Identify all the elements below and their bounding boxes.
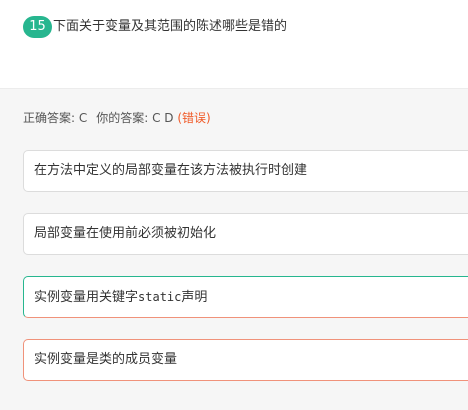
option-c-text-before: 实例变量用关键字 [34,290,139,305]
option-b-text: 局部变量在使用前必须被初始化 [34,226,217,241]
option-d-text: 实例变量是类的成员变量 [34,352,178,367]
question-text: 下面关于变量及其范围的陈述哪些是错的 [53,19,288,34]
question-header: 15 下面关于变量及其范围的陈述哪些是错的 [0,0,468,89]
option-a-text: 在方法中定义的局部变量在该方法被执行时创建 [34,163,308,178]
option-c-text-after: 声明 [181,290,208,305]
option-c[interactable]: 实例变量用关键字static声明 [23,276,468,318]
correct-answer-label: 正确答案: C [23,111,88,125]
option-d[interactable]: 实例变量是类的成员变量 [23,339,468,381]
answer-summary: 正确答案: C 你的答案: C D (错误) [23,108,211,128]
your-answer-label: 你的答案: C D [96,111,174,125]
option-c-code: static [138,290,182,304]
option-a[interactable]: 在方法中定义的局部变量在该方法被执行时创建 [23,150,468,192]
option-b[interactable]: 局部变量在使用前必须被初始化 [23,213,468,255]
question-number-badge: 15 [23,16,52,38]
answer-status-wrong: (错误) [177,111,211,125]
